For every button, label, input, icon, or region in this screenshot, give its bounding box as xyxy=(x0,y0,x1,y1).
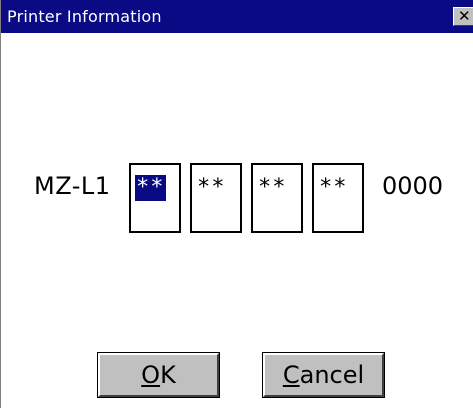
serial-segment-3-value: ** xyxy=(258,175,287,200)
printer-information-dialog: Printer Information ✕ MZ-L1 ** ** ** ** … xyxy=(0,0,473,408)
ok-label-rest: K xyxy=(160,361,176,389)
serial-segment-2-value: ** xyxy=(197,175,226,200)
serial-segment-1-field[interactable]: ** xyxy=(129,163,181,233)
ok-button[interactable]: OK xyxy=(97,352,220,398)
cancel-mnemonic: C xyxy=(282,361,300,389)
serial-segment-2-field[interactable]: ** xyxy=(190,163,242,233)
serial-segment-1-value: ** xyxy=(135,175,166,201)
serial-suffix-label: 0000 xyxy=(382,172,444,200)
cancel-label-rest: ancel xyxy=(299,361,365,389)
ok-mnemonic: O xyxy=(141,361,161,389)
printer-model-label: MZ-L1 xyxy=(34,172,111,200)
title-bar[interactable]: Printer Information ✕ xyxy=(1,0,473,33)
window-title: Printer Information xyxy=(7,7,162,26)
close-icon[interactable]: ✕ xyxy=(453,7,473,26)
serial-segment-4-field[interactable]: ** xyxy=(312,163,364,233)
serial-segment-4-value: ** xyxy=(319,175,348,200)
serial-segment-3-field[interactable]: ** xyxy=(251,163,303,233)
cancel-button[interactable]: Cancel xyxy=(262,352,385,398)
